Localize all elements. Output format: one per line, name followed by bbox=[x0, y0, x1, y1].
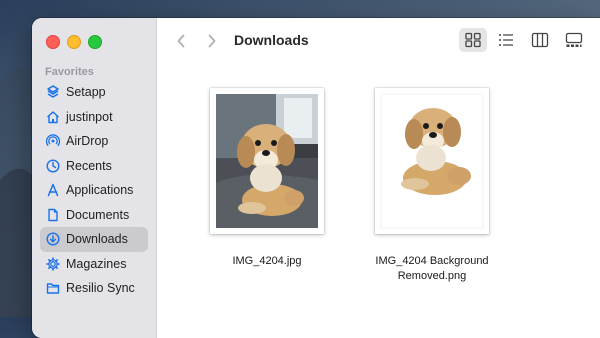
icon-view-grid-icon bbox=[465, 32, 481, 48]
forward-button[interactable] bbox=[202, 31, 222, 51]
clock-icon bbox=[46, 159, 60, 173]
file-thumbnail bbox=[375, 88, 489, 234]
sidebar-item-recents[interactable]: Recents bbox=[40, 154, 148, 179]
dog-photo-thumbnail bbox=[216, 94, 318, 228]
download-icon bbox=[46, 232, 60, 246]
back-button[interactable] bbox=[171, 31, 191, 51]
sidebar-item-label: Resilio Sync bbox=[66, 281, 135, 296]
sidebar-item-label: Recents bbox=[66, 158, 112, 173]
sidebar-item-label: Setapp bbox=[66, 85, 106, 100]
gallery-view-button[interactable] bbox=[560, 28, 588, 52]
sidebar: Favorites Setapp justinpot AirDrop Recen… bbox=[32, 18, 157, 338]
sidebar-item-resilio-sync[interactable]: Resilio Sync bbox=[40, 276, 148, 301]
file-name-line-2: Removed.png bbox=[397, 270, 467, 282]
document-icon bbox=[46, 208, 60, 222]
gallery-view-icon bbox=[565, 32, 583, 47]
dog-photo-background-removed-thumbnail bbox=[380, 93, 484, 229]
sidebar-item-label: Applications bbox=[66, 183, 134, 198]
sidebar-item-label: Downloads bbox=[66, 232, 128, 247]
sidebar-item-label: justinpot bbox=[66, 109, 113, 124]
airdrop-icon bbox=[46, 134, 60, 148]
sidebar-item-magazines[interactable]: Magazines bbox=[40, 252, 148, 277]
folder-icon bbox=[46, 281, 60, 295]
setapp-icon bbox=[46, 85, 60, 99]
minimize-button[interactable] bbox=[67, 35, 81, 49]
content-area: Downloads IMG_4204.jpg IMG_4204 Backgrou… bbox=[157, 18, 600, 338]
sidebar-section-title: Favorites bbox=[45, 66, 94, 78]
file-name: IMG_4204.jpg bbox=[232, 255, 302, 267]
applications-icon bbox=[46, 183, 60, 197]
folder-title: Downloads bbox=[234, 32, 309, 48]
close-button[interactable] bbox=[46, 35, 60, 49]
toolbar: Downloads bbox=[157, 18, 600, 64]
home-icon bbox=[46, 110, 60, 124]
list-view-icon bbox=[499, 34, 513, 46]
sidebar-item-label: Magazines bbox=[66, 256, 127, 271]
sidebar-item-setapp[interactable]: Setapp bbox=[40, 80, 148, 105]
file-name: IMG_4204 Background Removed.png bbox=[375, 254, 488, 284]
icon-view-button[interactable] bbox=[459, 28, 487, 52]
file-name-line-1: IMG_4204 Background bbox=[375, 255, 489, 267]
sidebar-item-downloads[interactable]: Downloads bbox=[40, 227, 148, 252]
column-view-button[interactable] bbox=[526, 28, 554, 52]
sidebar-item-applications[interactable]: Applications bbox=[40, 178, 148, 203]
file-thumbnail bbox=[210, 88, 324, 234]
window-controls bbox=[46, 35, 102, 49]
finder-window: Favorites Setapp justinpot AirDrop Recen… bbox=[32, 18, 600, 338]
sidebar-item-airdrop[interactable]: AirDrop bbox=[40, 129, 148, 154]
sidebar-item-justinpot[interactable]: justinpot bbox=[40, 105, 148, 130]
zoom-button[interactable] bbox=[88, 35, 102, 49]
sidebar-item-label: AirDrop bbox=[66, 134, 109, 149]
sidebar-item-documents[interactable]: Documents bbox=[40, 203, 148, 228]
file-item[interactable]: IMG_4204 Background Removed.png bbox=[347, 88, 517, 284]
chevron-right-icon bbox=[208, 34, 216, 48]
list-view-button[interactable] bbox=[492, 28, 520, 52]
chevron-left-icon bbox=[177, 34, 185, 48]
column-view-icon bbox=[531, 32, 549, 48]
gear-icon bbox=[46, 257, 60, 271]
sidebar-list: Setapp justinpot AirDrop Recents Applica… bbox=[40, 80, 148, 301]
sidebar-item-label: Documents bbox=[66, 207, 130, 222]
file-item[interactable]: IMG_4204.jpg bbox=[197, 88, 337, 269]
